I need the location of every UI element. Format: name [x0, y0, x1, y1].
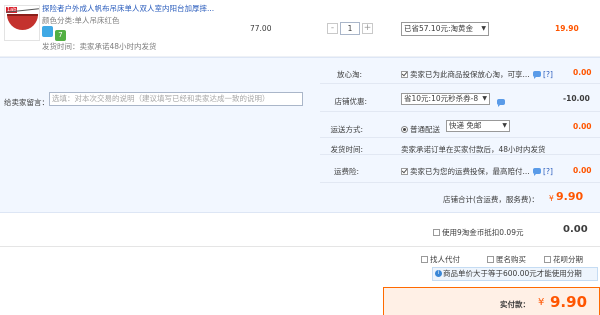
coins-value: 0.00: [563, 224, 588, 235]
promotion-select-value: 已省57.10元:淘黄金: [404, 24, 473, 33]
quantity-stepper: - 1 +: [327, 22, 373, 36]
delivery-option-label: 普通配送: [410, 125, 440, 134]
freight-insurance-option: 卖家已为您的运费投保，最高赔付... [?]: [401, 166, 553, 177]
delivery-value: 0.00: [573, 122, 592, 131]
delivery-select[interactable]: 快递 免邮 ▼: [446, 120, 510, 132]
installment-label: 花呗分期: [553, 255, 583, 264]
seven-day-return-badge-icon[interactable]: 7: [55, 30, 66, 41]
item-subtotal: 19.90: [555, 24, 579, 33]
delivery-radio[interactable]: [401, 126, 408, 133]
chat-icon[interactable]: [532, 71, 541, 79]
product-shipping-time: 发货时间：卖家承诺48小时内发货: [42, 42, 157, 51]
freight-insurance-value: 0.00: [573, 166, 592, 175]
store-discount-select[interactable]: 省10元:10元秒杀券-8 ▼: [401, 93, 490, 105]
pay-for-me-label: 找人代付: [430, 255, 460, 264]
guarantee-badge-icon[interactable]: [42, 26, 53, 37]
freight-insurance-checkbox[interactable]: [401, 168, 408, 175]
anonymous-option[interactable]: 匿名购买: [487, 254, 526, 265]
unit-price: 77.00: [250, 24, 272, 33]
installment-notice: i 商品单价大于等于600.00元才能使用分期: [432, 267, 598, 281]
worry-free-checkbox[interactable]: [401, 71, 408, 78]
final-payment-value: 9.90: [550, 293, 588, 311]
worry-free-option: 卖家已为此商品投保放心淘，可享... [?]: [401, 69, 553, 80]
hammock-picture: [7, 14, 38, 30]
service-badges: 7: [42, 26, 68, 41]
coins-option[interactable]: 使用9淘金币抵扣0.09元: [433, 227, 523, 238]
coins-label: 使用9淘金币抵扣0.09元: [442, 228, 524, 237]
product-image[interactable]: 1ab: [4, 5, 40, 41]
divider: [320, 182, 600, 183]
store-total-currency: ¥: [549, 194, 554, 203]
anonymous-label: 匿名购买: [496, 255, 526, 264]
worry-free-help-link[interactable]: [?]: [543, 70, 553, 79]
divider: [320, 83, 600, 84]
message-input[interactable]: 选填：对本次交易的说明（建议填写已经和卖家达成一致的说明）: [49, 92, 303, 106]
ship-time-label: 发货时间:: [330, 145, 363, 154]
info-icon: i: [435, 270, 442, 277]
chat-icon[interactable]: [497, 99, 505, 107]
pay-for-me-checkbox[interactable]: [421, 256, 428, 263]
pay-for-me-option[interactable]: 找人代付: [421, 254, 460, 265]
message-label: 给卖家留言：: [4, 98, 49, 107]
anonymous-checkbox[interactable]: [487, 256, 494, 263]
worry-free-label: 放心淘:: [336, 70, 362, 79]
order-options-panel: 放心淘: 卖家已为此商品投保放心淘，可享... [?] 0.00 给卖家留言： …: [0, 57, 600, 213]
chevron-down-icon: ▼: [481, 25, 486, 32]
store-total-label: 店铺合计(含运费，服务费)：: [443, 195, 539, 204]
freight-insurance-text: 卖家已为您的运费投保，最高赔付...: [410, 167, 530, 176]
divider: [320, 137, 600, 138]
delivery-option[interactable]: 普通配送: [401, 124, 440, 135]
freight-insurance-help-link[interactable]: [?]: [543, 167, 553, 176]
chevron-down-icon: ▼: [482, 95, 487, 102]
product-spec: 颜色分类:单人吊床红色: [42, 16, 120, 25]
chevron-down-icon: ▼: [502, 122, 507, 129]
store-discount-label: 店铺优惠:: [334, 97, 367, 106]
product-row: 1ab 探险者户外成人帆布吊床单人双人室内阳台加厚摔... 颜色分类:单人吊床红…: [0, 0, 600, 57]
final-payment-currency: ¥: [538, 297, 545, 308]
store-discount-value: 省10元:10元秒杀券-8: [404, 94, 479, 103]
quantity-input[interactable]: 1: [340, 22, 360, 35]
promotion-select[interactable]: 已省57.10元:淘黄金 ▼: [401, 22, 489, 36]
final-payment-label: 实付款：: [500, 300, 530, 309]
divider: [320, 111, 600, 112]
ship-time-text: 卖家承诺订单在买家付款后，48小时内发货: [401, 145, 546, 154]
coins-checkbox[interactable]: [433, 229, 440, 236]
installment-checkbox[interactable]: [544, 256, 551, 263]
store-discount-amount: -10.00: [563, 94, 590, 103]
quantity-minus-button[interactable]: -: [327, 23, 338, 34]
chat-icon[interactable]: [532, 168, 541, 176]
freight-insurance-label: 运费险:: [333, 167, 359, 176]
installment-option[interactable]: 花呗分期: [544, 254, 583, 265]
delivery-select-value: 快递 免邮: [449, 121, 482, 130]
product-title[interactable]: 探险者户外成人帆布吊床单人双人室内阳台加厚摔...: [42, 3, 222, 14]
quantity-plus-button[interactable]: +: [362, 23, 373, 34]
delivery-label: 运送方式:: [330, 125, 363, 134]
store-total-value: 9.90: [556, 190, 584, 203]
worry-free-value: 0.00: [573, 68, 592, 77]
worry-free-text: 卖家已为此商品投保放心淘，可享...: [410, 70, 530, 79]
installment-notice-text: 商品单价大于等于600.00元才能使用分期: [443, 269, 582, 278]
